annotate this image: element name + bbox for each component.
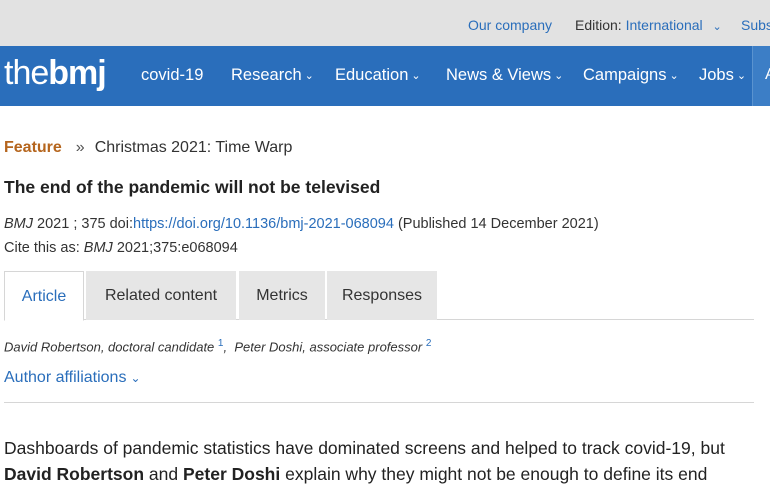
standfirst-rest: explain why they might not be enough to … bbox=[285, 464, 708, 484]
nav-item-covid19[interactable]: covid-19 bbox=[141, 66, 203, 85]
chevron-down-icon: ⌄ bbox=[130, 371, 141, 385]
standfirst-author2: Peter Doshi bbox=[182, 464, 281, 484]
nav-item-label: Research bbox=[231, 66, 302, 84]
published-date: (Published 14 December 2021) bbox=[397, 216, 599, 232]
breadcrumb-separator: » bbox=[75, 139, 85, 156]
author-affiliations-toggle[interactable]: Author affiliations ⌄ bbox=[4, 369, 141, 387]
author-list: David Robertson, doctoral candidate 1, P… bbox=[4, 338, 432, 355]
nav-item-label: Campaigns bbox=[583, 66, 667, 84]
breadcrumb-section[interactable]: Feature bbox=[4, 139, 62, 156]
logo-the: the bbox=[4, 54, 49, 92]
author-name[interactable]: David Robertson, doctoral candidate bbox=[4, 339, 214, 354]
cite-ref: 2021;375:e068094 bbox=[116, 240, 238, 256]
cite-label: Cite this as: bbox=[4, 240, 80, 256]
standfirst-author1: David Robertson bbox=[4, 464, 145, 484]
year-volume: 2021 ; 375 bbox=[37, 216, 106, 232]
nav-item-overflow[interactable]: A bbox=[752, 46, 770, 106]
standfirst-and: and bbox=[148, 464, 179, 484]
cite-as-line: Cite this as: BMJ 2021;375:e068094 bbox=[4, 240, 238, 256]
nav-item-campaigns[interactable]: Campaigns ⌄ bbox=[583, 66, 679, 85]
main-nav: thebmj covid-19 Research ⌄ Education ⌄ New… bbox=[0, 46, 770, 106]
article-title: The end of the pandemic will not be tele… bbox=[4, 177, 381, 197]
nav-item-jobs[interactable]: Jobs ⌄ bbox=[699, 66, 746, 85]
nav-item-label: Jobs bbox=[699, 66, 734, 84]
chevron-down-icon: ⌄ bbox=[669, 70, 679, 82]
tab-responses[interactable]: Responses bbox=[327, 271, 437, 320]
journal-name: BMJ bbox=[4, 216, 33, 232]
tab-related-content[interactable]: Related content bbox=[86, 271, 236, 320]
logo-bmj: bmj bbox=[48, 54, 106, 92]
divider bbox=[4, 402, 754, 403]
nav-item-label: A bbox=[765, 66, 770, 84]
tab-article[interactable]: Article bbox=[4, 271, 84, 321]
nav-item-education[interactable]: Education ⌄ bbox=[335, 66, 421, 85]
nav-item-research[interactable]: Research ⌄ bbox=[231, 66, 314, 85]
nav-item-news-views[interactable]: News & Views ⌄ bbox=[446, 66, 563, 85]
utility-bar: Our company Edition: International ⌄ Sub… bbox=[0, 0, 770, 46]
edition-label: Edition: bbox=[575, 17, 622, 33]
chevron-down-icon: ⌄ bbox=[411, 70, 421, 82]
affiliation-ref[interactable]: 2 bbox=[426, 338, 432, 349]
author-affiliations-label: Author affiliations bbox=[4, 369, 127, 386]
author-name[interactable]: Peter Doshi, associate professor bbox=[234, 339, 422, 354]
subscribe-link[interactable]: Subs bbox=[741, 17, 770, 33]
nav-item-label: Education bbox=[335, 66, 409, 84]
breadcrumb: Feature » Christmas 2021: Time Warp bbox=[4, 139, 292, 157]
edition-value: International bbox=[625, 17, 703, 33]
chevron-down-icon: ⌄ bbox=[712, 21, 722, 33]
chevron-down-icon: ⌄ bbox=[736, 70, 747, 82]
nav-item-label: News & Views bbox=[446, 66, 552, 84]
bmj-logo[interactable]: thebmj bbox=[4, 54, 107, 93]
doi-link[interactable]: https://doi.org/10.1136/bmj-2021-068094 bbox=[133, 216, 394, 232]
cite-journal: BMJ bbox=[83, 240, 113, 256]
standfirst-line1: Dashboards of pandemic statistics have d… bbox=[4, 438, 725, 458]
affiliation-ref[interactable]: 1 bbox=[218, 338, 224, 349]
chevron-down-icon: ⌄ bbox=[304, 70, 314, 82]
doi-label: doi: bbox=[109, 216, 133, 232]
our-company-link[interactable]: Our company bbox=[468, 17, 552, 33]
chevron-down-icon: ⌄ bbox=[554, 70, 564, 82]
standfirst: Dashboards of pandemic statistics have d… bbox=[4, 435, 764, 487]
breadcrumb-issue[interactable]: Christmas 2021: Time Warp bbox=[95, 139, 293, 156]
article-tabs: Article Related content Metrics Response… bbox=[4, 271, 754, 321]
nav-item-label: covid-19 bbox=[141, 66, 204, 84]
citation-line: BMJ 2021 ; 375 doi:https://doi.org/10.11… bbox=[4, 216, 599, 232]
edition-selector[interactable]: Edition: International ⌄ bbox=[575, 17, 722, 33]
tab-metrics[interactable]: Metrics bbox=[239, 271, 325, 320]
